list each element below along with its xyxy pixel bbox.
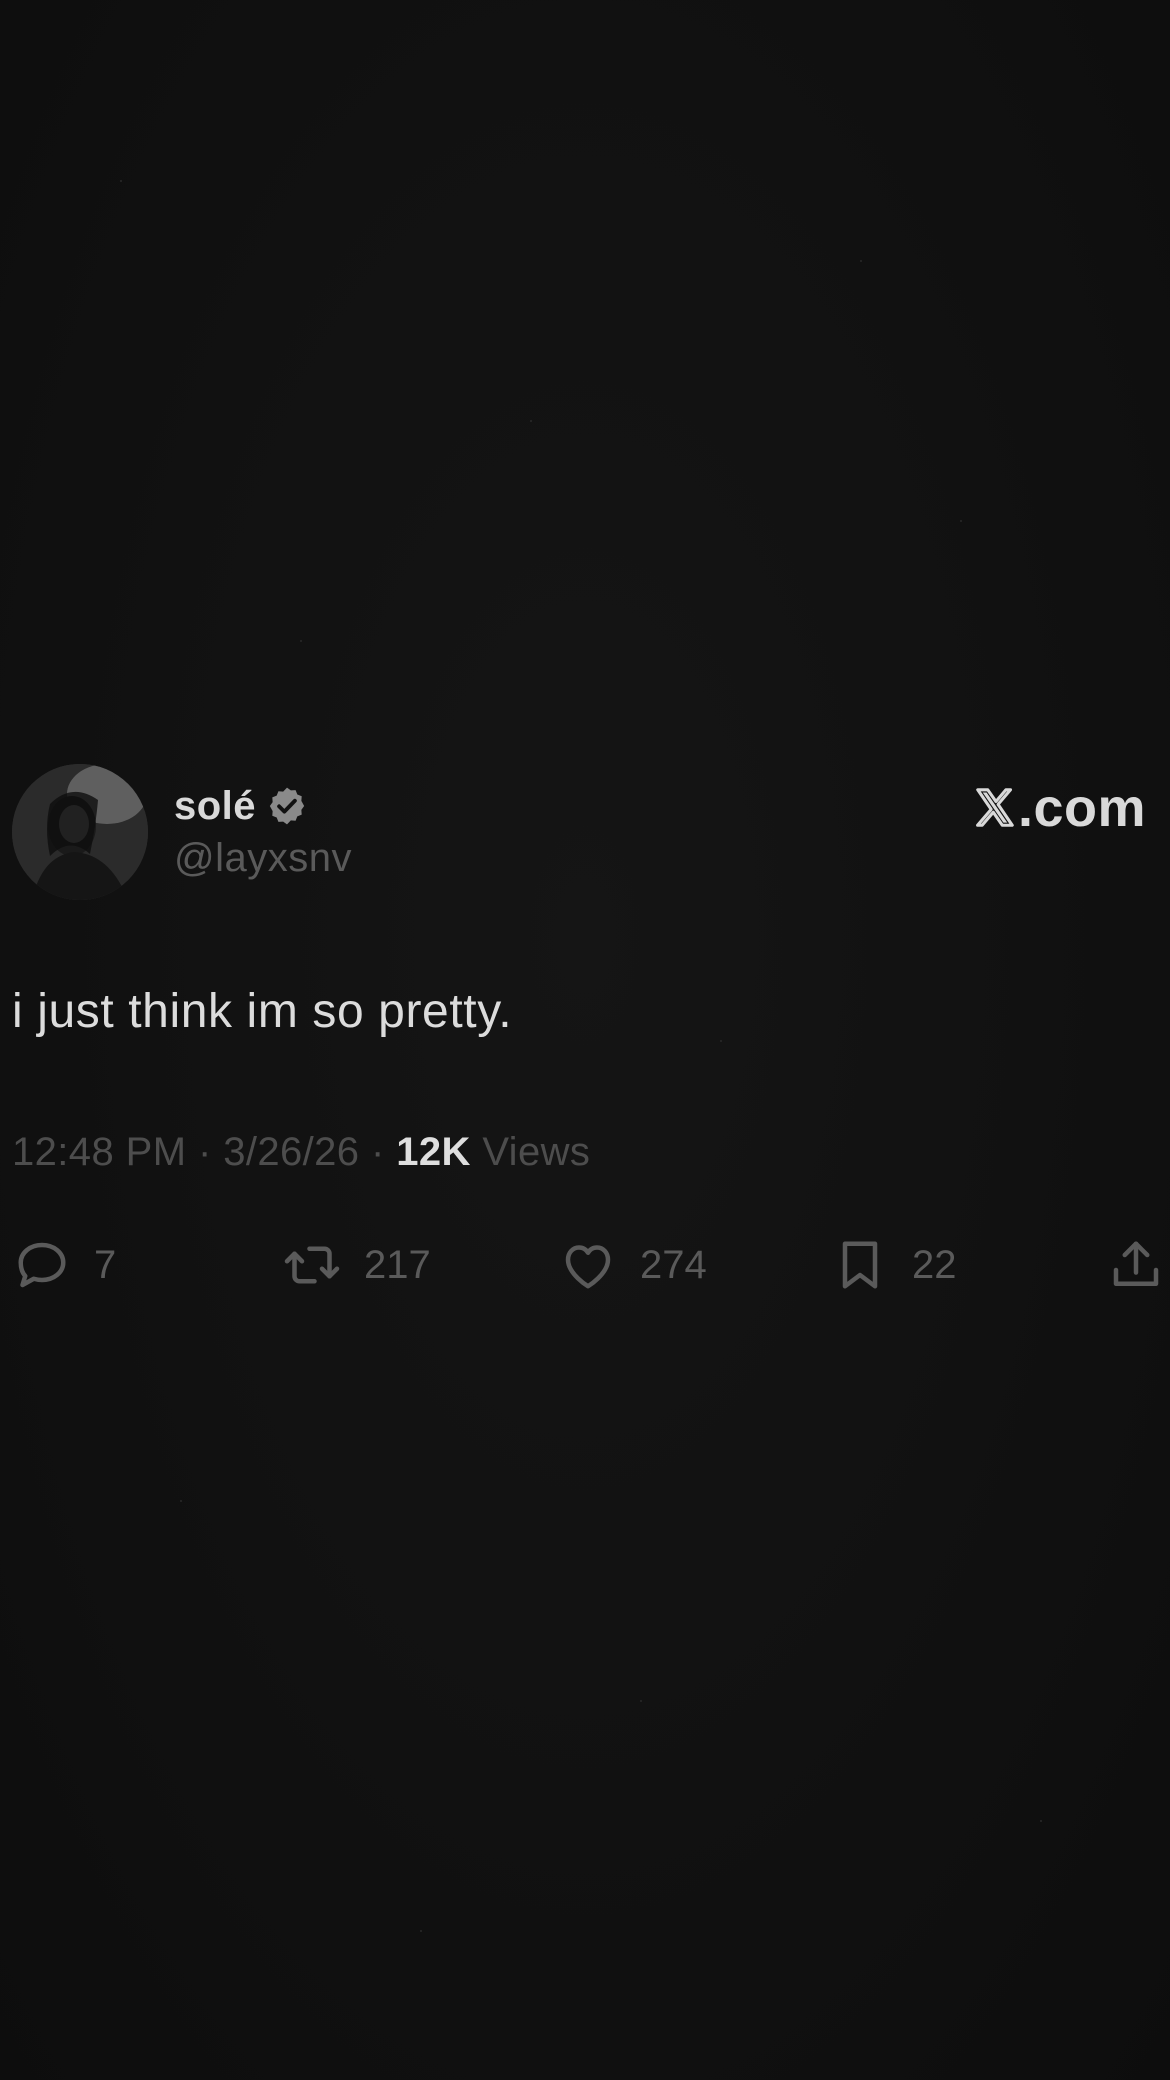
display-name[interactable]: solé [174,784,256,829]
repost-count: 217 [364,1242,431,1287]
grain-speck [720,1040,722,1042]
grain-speck [640,1700,642,1702]
user-block: solé @layxsnv [174,782,352,881]
display-name-row: solé [174,782,352,830]
brand-text: .com [1017,778,1146,838]
user-handle[interactable]: @layxsnv [174,836,352,881]
bookmark-button[interactable]: 22 [830,1230,957,1300]
x-logo-icon [972,785,1018,831]
verified-icon [266,785,308,827]
reply-button[interactable]: 7 [12,1230,116,1300]
grain-speck [180,1500,182,1502]
brand-mark: .com [972,778,1146,838]
repost-icon [282,1235,342,1295]
avatar-photo [12,764,148,900]
share-button[interactable] [1106,1230,1166,1300]
grain-speck [120,180,122,182]
bookmark-count: 22 [912,1242,957,1287]
meta-separator: · [370,1130,385,1174]
tweet-meta: 12:48 PM · 3/26/26 · 12K Views [12,1130,590,1175]
repost-button[interactable]: 217 [282,1230,431,1300]
views-label: Views [482,1130,591,1174]
grain-speck [860,260,862,262]
tweet-time[interactable]: 12:48 PM [12,1130,186,1174]
tweet-text: i just think im so pretty. [12,985,513,1038]
bookmark-icon [830,1235,890,1295]
like-button[interactable]: 274 [558,1230,707,1300]
tweet-date[interactable]: 3/26/26 [223,1130,359,1174]
grain-speck [530,420,532,422]
grain-speck [420,1930,422,1932]
grain-speck [1040,1820,1042,1822]
tweet-header: solé @layxsnv .com [12,764,1160,904]
meta-separator: · [197,1130,212,1174]
share-icon [1106,1235,1166,1295]
reply-icon [12,1235,72,1295]
screen-background [0,0,1170,2080]
like-count: 274 [640,1242,707,1287]
tweet-actions: 7 217 274 22 [12,1230,1170,1300]
views-count: 12K [396,1130,471,1174]
like-icon [558,1235,618,1295]
grain-speck [960,520,962,522]
avatar[interactable] [12,764,148,900]
reply-count: 7 [94,1242,117,1287]
grain-speck [300,640,302,642]
